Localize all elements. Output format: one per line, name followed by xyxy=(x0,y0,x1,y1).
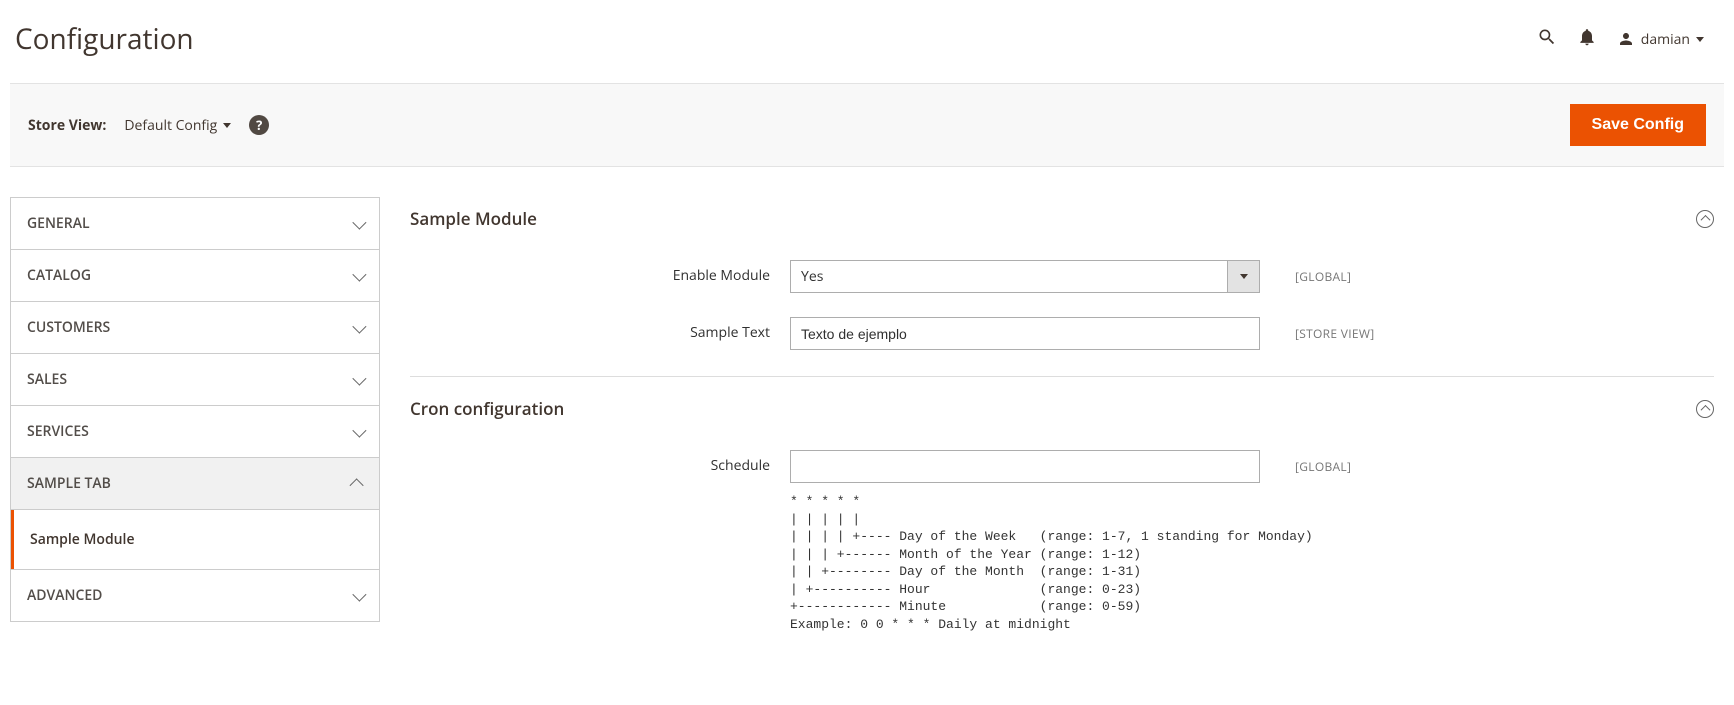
sidebar-item-label: CATALOG xyxy=(27,266,91,285)
sidebar-subitem-sample-module[interactable]: Sample Module xyxy=(11,510,379,569)
chevron-down-icon xyxy=(352,319,366,333)
save-config-button[interactable]: Save Config xyxy=(1570,104,1706,146)
schedule-input[interactable] xyxy=(790,450,1260,483)
sidebar-item-label: ADVANCED xyxy=(27,586,102,605)
enable-module-select[interactable]: Yes xyxy=(790,260,1260,293)
caret-down-icon xyxy=(1240,274,1248,279)
sidebar-item-services[interactable]: SERVICES xyxy=(11,406,379,457)
user-menu[interactable]: damian xyxy=(1617,30,1704,49)
chevron-down-icon xyxy=(352,215,366,229)
section-sample-module: Sample Module Enable Module Yes [GLOBAL]… xyxy=(410,197,1714,377)
section-title: Sample Module xyxy=(410,207,537,230)
sample-text-label: Sample Text xyxy=(410,317,790,342)
section-head-sample-module[interactable]: Sample Module xyxy=(410,197,1714,248)
config-sidebar: GENERAL CATALOG CUSTOMERS SALES SERV xyxy=(10,197,380,622)
enable-module-label: Enable Module xyxy=(410,260,790,285)
chevron-down-icon xyxy=(352,587,366,601)
sidebar-item-general[interactable]: GENERAL xyxy=(11,198,379,249)
chevron-down-icon xyxy=(352,423,366,437)
cron-help-text: * * * * * | | | | | | | | | +---- Day of… xyxy=(790,493,1260,633)
sidebar-item-label: SERVICES xyxy=(27,422,89,441)
store-view-switcher[interactable]: Default Config xyxy=(124,116,231,135)
store-view-value: Default Config xyxy=(124,116,217,135)
sample-text-input[interactable] xyxy=(790,317,1260,350)
enable-module-value: Yes xyxy=(791,261,1227,292)
notifications-icon[interactable] xyxy=(1577,26,1597,53)
sidebar-item-sample-tab[interactable]: SAMPLE TAB xyxy=(11,458,379,509)
field-scope: [GLOBAL] xyxy=(1295,260,1351,285)
store-view-label: Store View: xyxy=(28,116,106,135)
caret-down-icon xyxy=(1696,37,1704,42)
chevron-up-icon xyxy=(350,478,364,492)
select-toggle[interactable] xyxy=(1227,261,1259,292)
chevron-down-icon xyxy=(352,267,366,281)
search-icon[interactable] xyxy=(1537,26,1557,53)
sidebar-item-sales[interactable]: SALES xyxy=(11,354,379,405)
sidebar-item-label: SALES xyxy=(27,370,67,389)
sidebar-item-label: GENERAL xyxy=(27,214,90,233)
sidebar-item-customers[interactable]: CUSTOMERS xyxy=(11,302,379,353)
section-head-cron[interactable]: Cron configuration xyxy=(410,387,1714,438)
user-name: damian xyxy=(1641,30,1690,49)
schedule-label: Schedule xyxy=(410,450,790,475)
sidebar-item-label: CUSTOMERS xyxy=(27,318,110,337)
chevron-down-icon xyxy=(352,371,366,385)
sidebar-item-label: SAMPLE TAB xyxy=(27,474,111,493)
collapse-icon xyxy=(1696,210,1714,228)
section-divider xyxy=(410,376,1714,377)
page-title: Configuration xyxy=(15,20,1537,58)
caret-down-icon xyxy=(223,123,231,128)
field-scope: [GLOBAL] xyxy=(1295,450,1351,475)
sidebar-item-catalog[interactable]: CATALOG xyxy=(11,250,379,301)
help-icon[interactable]: ? xyxy=(249,115,269,135)
sidebar-item-advanced[interactable]: ADVANCED xyxy=(11,570,379,621)
user-icon xyxy=(1617,30,1635,48)
section-title: Cron configuration xyxy=(410,397,564,420)
field-scope: [STORE VIEW] xyxy=(1295,317,1374,342)
collapse-icon xyxy=(1696,400,1714,418)
section-cron: Cron configuration Schedule * * * * * | … xyxy=(410,387,1714,645)
